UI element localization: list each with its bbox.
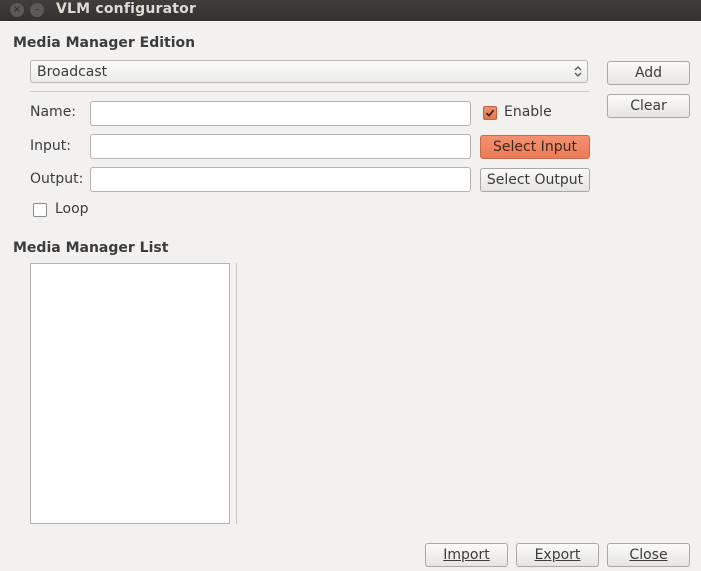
- close-button[interactable]: Close: [607, 543, 690, 567]
- close-glyph: ×: [12, 4, 22, 15]
- export-label: Export: [534, 547, 581, 563]
- title-bar: × – VLM configurator: [0, 0, 701, 21]
- import-button[interactable]: Import: [425, 543, 508, 567]
- edition-section-label: Media Manager Edition: [13, 35, 196, 51]
- media-type-select[interactable]: Broadcast: [30, 60, 588, 83]
- input-label: Input:: [30, 138, 71, 154]
- name-label: Name:: [30, 104, 77, 120]
- close-label: Close: [629, 547, 668, 563]
- loop-checkbox[interactable]: [33, 203, 47, 217]
- export-button[interactable]: Export: [516, 543, 599, 567]
- input-field[interactable]: [90, 134, 471, 159]
- list-section-label: Media Manager List: [13, 240, 169, 256]
- minimize-window-icon[interactable]: –: [30, 3, 44, 17]
- media-type-value: Broadcast: [37, 64, 108, 80]
- close-window-icon[interactable]: ×: [10, 3, 24, 17]
- edition-separator: [30, 91, 590, 92]
- enable-label: Enable: [504, 104, 552, 120]
- minimize-glyph: –: [34, 4, 40, 15]
- add-button[interactable]: Add: [607, 61, 690, 85]
- media-list[interactable]: [30, 263, 230, 524]
- loop-label: Loop: [55, 201, 89, 217]
- select-output-button[interactable]: Select Output: [480, 168, 590, 192]
- clear-button[interactable]: Clear: [607, 94, 690, 118]
- enable-checkbox[interactable]: [483, 106, 497, 120]
- select-input-button[interactable]: Select Input: [480, 135, 590, 159]
- window-title: VLM configurator: [56, 1, 197, 17]
- import-label: Import: [443, 547, 490, 563]
- checkmark-icon: [485, 109, 495, 117]
- name-input[interactable]: [90, 101, 471, 126]
- vlm-configurator-window: × – VLM configurator Media Manager Editi…: [0, 0, 701, 571]
- list-splitter[interactable]: [236, 263, 237, 524]
- output-field[interactable]: [90, 167, 471, 192]
- updown-arrow-icon: [574, 66, 582, 77]
- output-label: Output:: [30, 171, 84, 187]
